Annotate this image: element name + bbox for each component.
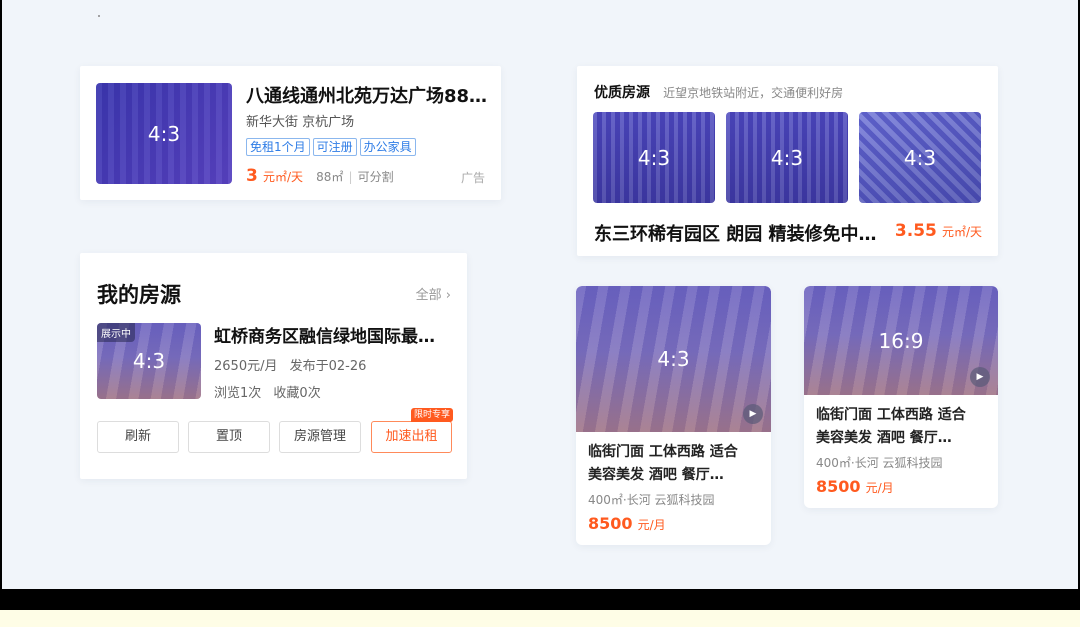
tag: 免租1个月: [246, 138, 310, 156]
video-card-price: 8500 元/月: [816, 477, 894, 496]
price-row: 3 元㎡/天 88㎡ | 可分割: [246, 166, 394, 186]
boost-rent-label: 加速出租: [385, 429, 438, 444]
quality-listings-card[interactable]: 优质房源 近望京地铁站附近，交通便利好房 4:3 4:3 4:3 东三环稀有园区…: [577, 66, 998, 256]
price-unit: 元㎡/天: [941, 225, 982, 239]
quality-image[interactable]: 4:3: [593, 112, 715, 203]
chevron-right-icon: ›: [445, 288, 451, 303]
canvas: 4:3 八通线通州北苑万达广场88… 新华大街 京杭广场 免租1个月 可注册 办公家…: [2, 0, 1078, 589]
play-icon[interactable]: ▶: [743, 404, 763, 424]
ad-label: 广告: [460, 171, 485, 185]
tag: 办公家具: [359, 138, 416, 156]
ratio-label: 4:3: [132, 349, 166, 373]
price-value: 3.55: [894, 221, 937, 241]
view-all-link[interactable]: 全部 ›: [416, 284, 451, 303]
quality-header: 优质房源 近望京地铁站附近，交通便利好房: [594, 82, 843, 102]
quality-price: 3.55 元㎡/天: [895, 221, 982, 241]
views: 浏览1次: [214, 386, 262, 401]
price-unit: 元㎡/天: [262, 170, 303, 184]
ratio-label: 4:3: [637, 145, 671, 170]
divider: |: [348, 170, 353, 184]
my-listing-info: 2650元/月 发布于02-26: [214, 355, 366, 374]
video-card-title-line2: 美容美发 酒吧 餐厅…: [816, 430, 952, 446]
my-listings-title: 我的房源: [97, 283, 181, 307]
price-value: 8500: [588, 514, 633, 533]
my-listing-title[interactable]: 虹桥商务区融信绿地国际最…: [214, 322, 435, 347]
price-value: 3: [246, 166, 258, 186]
listing-title: 八通线通州北苑万达广场88…: [246, 86, 488, 107]
price-unit: 元/月: [865, 481, 894, 495]
favorites: 收藏0次: [273, 386, 321, 401]
play-icon[interactable]: ▶: [970, 367, 990, 387]
ratio-label: 4:3: [770, 145, 804, 170]
video-card-title-line2: 美容美发 酒吧 餐厅…: [588, 467, 724, 483]
refresh-button[interactable]: 刷新: [97, 421, 179, 453]
ratio-label: 16:9: [878, 328, 924, 353]
ratio-label: 4:3: [657, 347, 690, 371]
divisible-label: 可分割: [357, 170, 394, 184]
video-card-title-line1: 临街门面 工体西路 适合: [588, 444, 738, 460]
video-card-meta: 400㎡·长河 云狐科技园: [816, 456, 943, 470]
video-card-title-line1: 临街门面 工体西路 适合: [816, 407, 966, 423]
status-badge: 展示中: [97, 323, 135, 342]
published-date: 发布于02-26: [289, 359, 367, 374]
rent: 2650元/月: [214, 359, 278, 374]
tag-list: 免租1个月 可注册 办公家具: [246, 136, 419, 156]
area: 88㎡: [316, 170, 344, 184]
price-value: 8500: [816, 477, 861, 496]
video-thumbnail[interactable]: 16:9 ▶: [804, 286, 998, 395]
ratio-label: 4:3: [147, 121, 181, 146]
manage-listings-button[interactable]: 房源管理: [279, 421, 361, 453]
video-listing-card[interactable]: 16:9 ▶ 临街门面 工体西路 适合 美容美发 酒吧 餐厅… 400㎡·长河 …: [804, 286, 998, 508]
listing-image: 4:3: [96, 83, 232, 184]
price-unit: 元/月: [637, 518, 666, 532]
ad-listing-card[interactable]: 4:3 八通线通州北苑万达广场88… 新华大街 京杭广场 免租1个月 可注册 办公家…: [80, 66, 501, 200]
video-card-meta: 400㎡·长河 云狐科技园: [588, 493, 715, 507]
my-listings-card: 我的房源 全部 › 展示中 4:3 虹桥商务区融信绿地国际最… 2650元/月 …: [80, 253, 467, 479]
listing-location: 新华大街 京杭广场: [246, 115, 355, 130]
view-all-label: 全部: [415, 288, 442, 303]
quality-subtitle: 近望京地铁站附近，交通便利好房: [663, 86, 844, 100]
video-card-price: 8500 元/月: [588, 514, 666, 533]
quality-image[interactable]: 4:3: [859, 112, 981, 203]
quality-image[interactable]: 4:3: [726, 112, 848, 203]
my-listing-image[interactable]: 展示中 4:3: [97, 323, 201, 399]
decor-dot: [98, 15, 100, 17]
video-thumbnail[interactable]: 4:3 ▶: [576, 286, 771, 432]
quality-title: 优质房源: [594, 85, 650, 101]
tag: 可注册: [312, 138, 357, 156]
quality-listing-title: 东三环稀有园区 朗园 精装修免中…: [594, 224, 877, 245]
video-listing-card[interactable]: 4:3 ▶ 临街门面 工体西路 适合 美容美发 酒吧 餐厅… 400㎡·长河 云…: [576, 286, 771, 545]
ratio-label: 4:3: [903, 145, 937, 170]
bottom-strip: [0, 610, 1080, 627]
limited-offer-badge: 限时专享: [410, 408, 453, 422]
pin-top-button[interactable]: 置顶: [188, 421, 270, 453]
boost-rent-button[interactable]: 加速出租 限时专享: [371, 408, 453, 453]
my-listing-stats: 浏览1次 收藏0次: [214, 382, 321, 401]
